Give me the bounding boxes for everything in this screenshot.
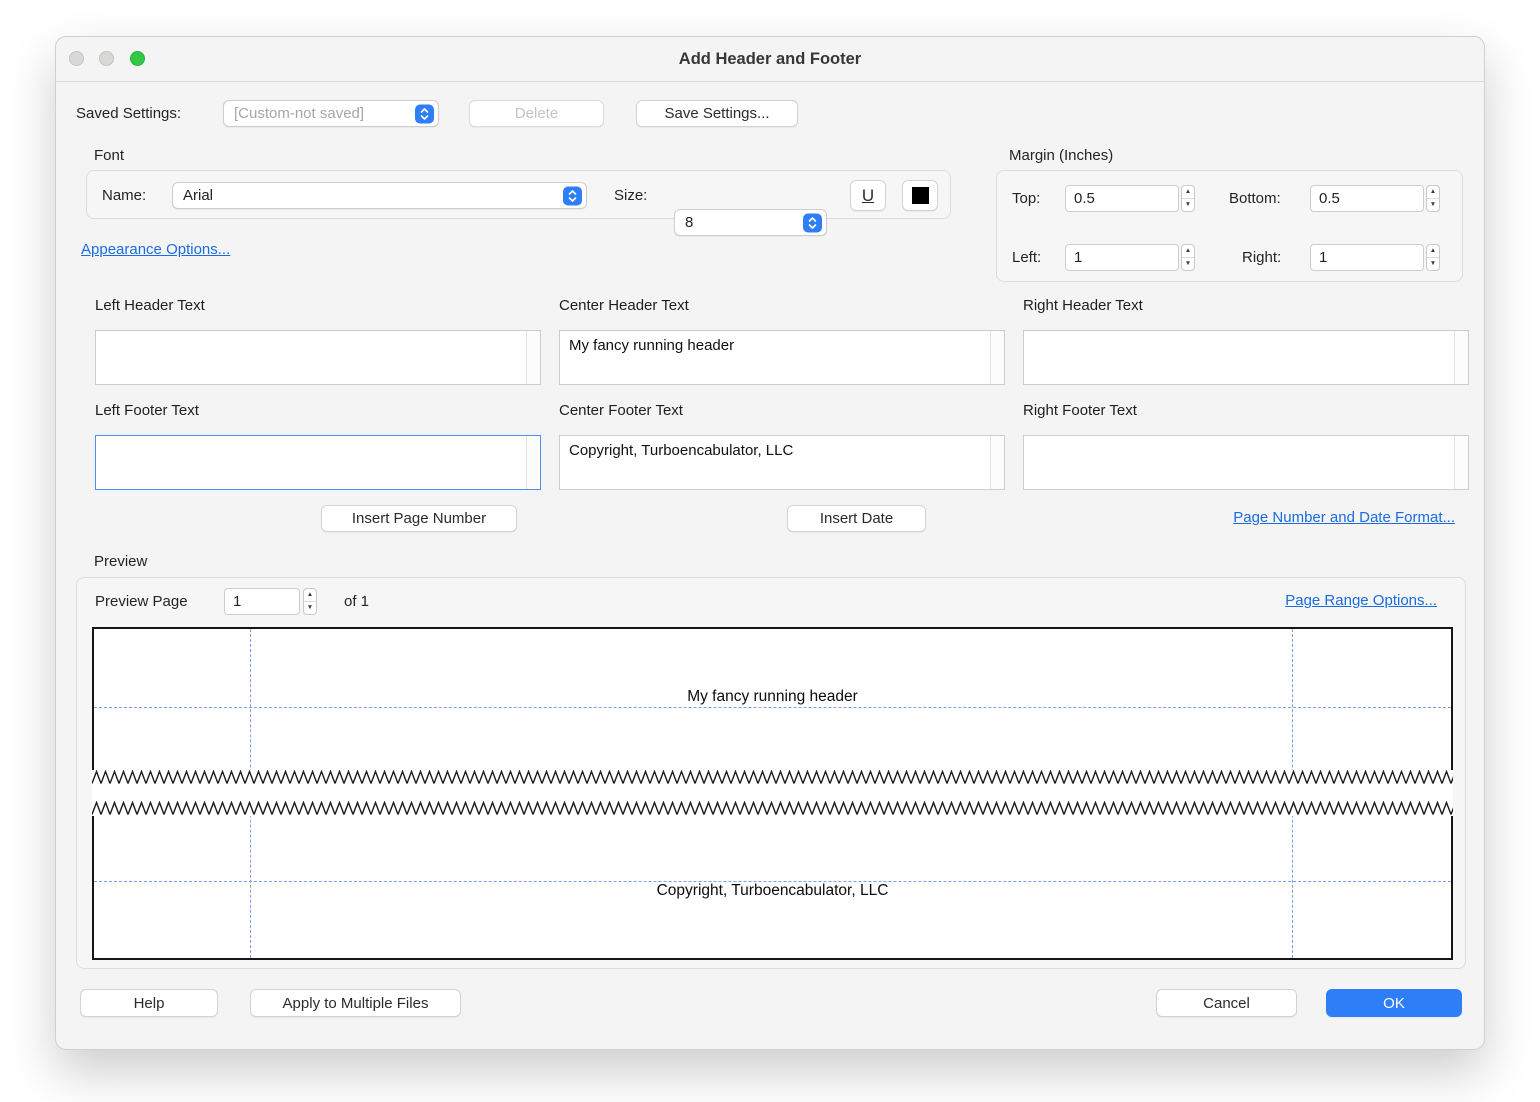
center-footer-input[interactable]: Copyright, Turboencabulator, LLC: [560, 436, 991, 489]
right-footer-input[interactable]: [1024, 436, 1455, 489]
dropdown-chevrons-icon: [803, 213, 822, 232]
font-name-label: Name:: [102, 182, 146, 209]
font-name-dropdown[interactable]: Arial: [172, 182, 587, 209]
margin-bottom-stepper: ▲ ▼: [1426, 185, 1440, 212]
zigzag-edge-icon: [92, 770, 1453, 785]
left-header-textbox: [95, 330, 541, 385]
zoom-window-button[interactable]: [130, 51, 145, 66]
stepper-up-icon[interactable]: ▲: [1427, 186, 1439, 198]
stepper-down-icon[interactable]: ▼: [1427, 257, 1439, 270]
insert-date-button[interactable]: Insert Date: [787, 505, 926, 532]
stepper-up-icon[interactable]: ▲: [1427, 245, 1439, 257]
add-header-footer-dialog: Add Header and Footer Saved Settings: [C…: [55, 36, 1485, 1050]
help-button[interactable]: Help: [80, 989, 218, 1017]
font-size-value: 8: [685, 214, 693, 231]
apply-to-multiple-files-button[interactable]: Apply to Multiple Files: [250, 989, 461, 1017]
stepper-down-icon[interactable]: ▼: [304, 601, 316, 614]
margin-top-label: Top:: [1012, 185, 1040, 212]
right-header-textbox: [1023, 330, 1469, 385]
stepper-up-icon[interactable]: ▲: [1182, 245, 1194, 257]
titlebar: Add Header and Footer: [56, 37, 1484, 82]
font-color-button[interactable]: [902, 180, 938, 211]
content-tear: [92, 770, 1453, 816]
preview-page-stepper: ▲ ▼: [303, 588, 317, 615]
page-range-options-link[interactable]: Page Range Options...: [1285, 592, 1437, 609]
left-header-label: Left Header Text: [95, 297, 205, 314]
margin-top-stepper: ▲ ▼: [1181, 185, 1195, 212]
left-footer-input[interactable]: [96, 436, 527, 489]
page-preview: My fancy running header Copyright, Turbo…: [92, 627, 1453, 960]
scrollbar-track[interactable]: [1454, 331, 1468, 384]
preview-page-label: Preview Page: [95, 588, 188, 615]
right-footer-textbox: [1023, 435, 1469, 490]
left-footer-textbox: [95, 435, 541, 490]
center-header-label: Center Header Text: [559, 297, 689, 314]
preview-footer-text: Copyright, Turboencabulator, LLC: [94, 882, 1451, 900]
insert-page-number-button[interactable]: Insert Page Number: [321, 505, 517, 532]
stepper-down-icon[interactable]: ▼: [1182, 198, 1194, 211]
dropdown-chevrons-icon: [563, 186, 582, 205]
page-number-date-format-link[interactable]: Page Number and Date Format...: [1233, 509, 1455, 526]
margin-group: Top: ▲ ▼ Bottom: ▲ ▼ Left: ▲ ▼ Right: ▲ …: [996, 170, 1463, 282]
preview-header-text: My fancy running header: [94, 686, 1451, 707]
margin-left-label: Left:: [1012, 244, 1041, 271]
preview-page-count: of 1: [344, 588, 369, 615]
center-header-textbox: My fancy running header: [559, 330, 1005, 385]
margin-right-input[interactable]: [1310, 244, 1424, 271]
preview-group: Preview Page ▲ ▼ of 1 Page Range Options…: [76, 577, 1466, 969]
scrollbar-track[interactable]: [526, 331, 540, 384]
saved-settings-label: Saved Settings:: [76, 100, 181, 127]
underline-button[interactable]: U: [850, 180, 886, 211]
margin-right-stepper: ▲ ▼: [1426, 244, 1440, 271]
appearance-options-link[interactable]: Appearance Options...: [81, 241, 230, 258]
scrollbar-track[interactable]: [990, 331, 1004, 384]
center-footer-textbox: Copyright, Turboencabulator, LLC: [559, 435, 1005, 490]
margin-bottom-label: Bottom:: [1229, 185, 1281, 212]
preview-section-label: Preview: [94, 553, 147, 570]
stepper-down-icon[interactable]: ▼: [1427, 198, 1439, 211]
left-header-input[interactable]: [96, 331, 527, 384]
center-header-input[interactable]: My fancy running header: [560, 331, 991, 384]
margin-bottom-input[interactable]: [1310, 185, 1424, 212]
stepper-up-icon[interactable]: ▲: [304, 589, 316, 601]
margin-right-label: Right:: [1242, 244, 1281, 271]
delete-button[interactable]: Delete: [469, 100, 604, 127]
ok-button[interactable]: OK: [1326, 989, 1462, 1017]
close-window-button[interactable]: [69, 51, 84, 66]
save-settings-button[interactable]: Save Settings...: [636, 100, 798, 127]
preview-page-input[interactable]: [224, 588, 300, 615]
header-margin-guide: [94, 707, 1451, 708]
cancel-button[interactable]: Cancel: [1156, 989, 1297, 1017]
font-group: Name: Arial Size: 8 U: [86, 170, 951, 219]
color-swatch-icon: [912, 187, 929, 204]
scrollbar-track[interactable]: [990, 436, 1004, 489]
font-group-label: Font: [94, 147, 124, 164]
margin-top-input[interactable]: [1065, 185, 1179, 212]
font-size-label: Size:: [614, 182, 647, 209]
scrollbar-track[interactable]: [526, 436, 540, 489]
right-header-input[interactable]: [1024, 331, 1455, 384]
margin-left-input[interactable]: [1065, 244, 1179, 271]
font-name-value: Arial: [183, 187, 213, 204]
margin-left-stepper: ▲ ▼: [1181, 244, 1195, 271]
center-footer-label: Center Footer Text: [559, 402, 683, 419]
minimize-window-button[interactable]: [99, 51, 114, 66]
window-title: Add Header and Footer: [56, 37, 1484, 81]
left-footer-label: Left Footer Text: [95, 402, 199, 419]
saved-settings-value: [Custom-not saved]: [234, 105, 364, 122]
dropdown-chevrons-icon: [415, 104, 434, 123]
right-footer-label: Right Footer Text: [1023, 402, 1137, 419]
saved-settings-dropdown[interactable]: [Custom-not saved]: [223, 100, 439, 127]
stepper-up-icon[interactable]: ▲: [1182, 186, 1194, 198]
scrollbar-track[interactable]: [1454, 436, 1468, 489]
margin-group-label: Margin (Inches): [1009, 147, 1113, 164]
right-header-label: Right Header Text: [1023, 297, 1143, 314]
zigzag-edge-icon: [92, 801, 1453, 816]
stepper-down-icon[interactable]: ▼: [1182, 257, 1194, 270]
font-size-dropdown[interactable]: 8: [674, 209, 827, 236]
